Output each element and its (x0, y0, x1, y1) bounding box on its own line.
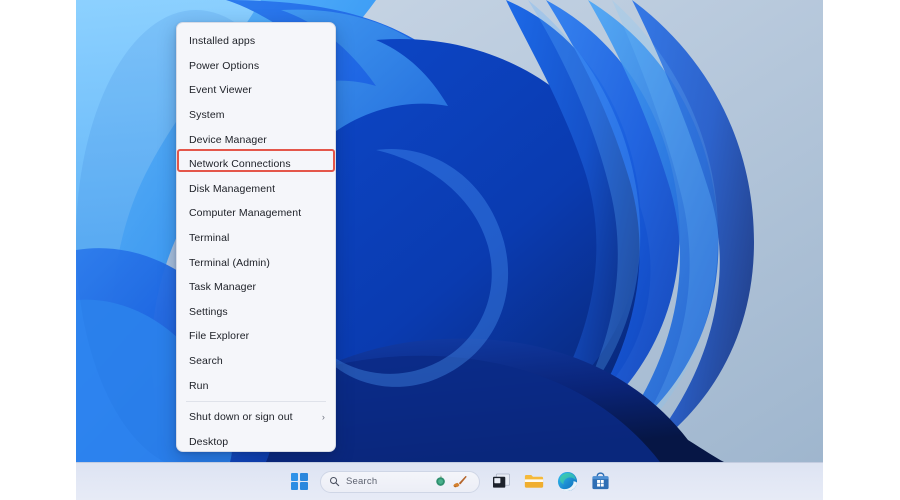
menu-item-label: System (189, 109, 225, 122)
menu-item-terminal-admin[interactable]: Terminal (Admin) (177, 250, 335, 275)
menu-item-terminal[interactable]: Terminal (177, 226, 335, 251)
widget-weather-icon (436, 475, 445, 486)
menu-item-label: Shut down or sign out (189, 411, 293, 424)
start-button[interactable] (287, 470, 311, 494)
menu-item-disk-management[interactable]: Disk Management (177, 177, 335, 202)
menu-item-label: Device Manager (189, 133, 267, 146)
menu-item-network-connections[interactable]: Network Connections (177, 152, 335, 177)
menu-item-search[interactable]: Search (177, 349, 335, 374)
edge-browser-button[interactable] (555, 470, 579, 494)
search-input[interactable]: Search (320, 470, 480, 493)
menu-item-label: Event Viewer (189, 84, 252, 97)
menu-item-system[interactable]: System (177, 103, 335, 128)
menu-item-label: Search (189, 355, 223, 368)
folder-icon (524, 474, 544, 488)
menu-item-label: Terminal (Admin) (189, 256, 270, 269)
windows-logo-icon (290, 473, 308, 490)
menu-item-label: Computer Management (189, 207, 302, 220)
menu-separator (186, 400, 326, 402)
menu-item-task-manager[interactable]: Task Manager (177, 275, 335, 300)
menu-item-installed-apps[interactable]: Installed apps (177, 29, 335, 54)
menu-item-settings[interactable]: Settings (177, 300, 335, 325)
taskbar[interactable]: Search (76, 462, 823, 500)
chevron-right-icon: › (321, 412, 325, 423)
microsoft-store-icon (591, 472, 609, 490)
menu-item-label: Disk Management (189, 182, 276, 195)
search-icon (329, 476, 340, 487)
menu-item-label: Run (189, 379, 209, 392)
menu-item-label: File Explorer (189, 330, 250, 343)
menu-item-label: Settings (189, 305, 228, 318)
menu-item-computer-management[interactable]: Computer Management (177, 201, 335, 226)
widget-brush-icon (453, 476, 467, 488)
screenshot-root: Installed apps Power Options Event Viewer S… (0, 0, 900, 500)
microsoft-store-button[interactable] (588, 470, 612, 494)
menu-item-desktop[interactable]: Desktop (177, 430, 335, 452)
menu-item-event-viewer[interactable]: Event Viewer (177, 78, 335, 103)
file-explorer-button[interactable] (522, 470, 546, 494)
menu-item-label: Task Manager (189, 281, 257, 294)
menu-item-device-manager[interactable]: Device Manager (177, 127, 335, 152)
menu-item-run[interactable]: Run (177, 373, 335, 398)
menu-item-power-options[interactable]: Power Options (177, 54, 335, 79)
menu-item-label: Power Options (189, 59, 260, 72)
menu-item-shut-down-or-sign-out[interactable]: Shut down or sign out › (177, 405, 335, 430)
menu-item-label: Terminal (189, 232, 230, 245)
widget-icons-group[interactable] (434, 474, 474, 490)
menu-item-label: Network Connections (189, 158, 291, 171)
menu-item-label: Installed apps (189, 35, 256, 48)
search-placeholder-text: Search (346, 476, 378, 487)
menu-item-label: Desktop (189, 435, 229, 448)
edge-browser-icon (557, 471, 577, 492)
task-view-icon (492, 473, 510, 488)
menu-item-file-explorer[interactable]: File Explorer (177, 324, 335, 349)
winx-power-user-menu[interactable]: Installed apps Power Options Event Viewer S… (176, 22, 336, 452)
task-view-button[interactable] (489, 470, 513, 494)
